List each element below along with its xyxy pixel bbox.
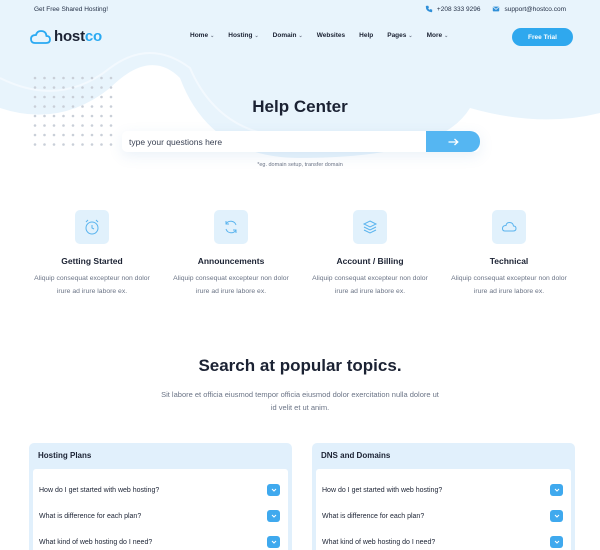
- chevron-down-icon: [271, 540, 276, 544]
- phone-contact[interactable]: +208 333 9296: [425, 5, 481, 13]
- category-icon-box: [214, 210, 248, 244]
- search-hint: *eg. domain setup, transfer domain: [257, 162, 343, 168]
- brand-name-part2: co: [84, 28, 102, 45]
- category-title: Technical: [489, 256, 529, 266]
- main-nav: hostco Home ⌄ Hosting ⌄ Domain ⌄ Websites H…: [0, 18, 600, 56]
- category-description: Aliquip consequat excepteur non dolor ir…: [34, 275, 150, 295]
- phone-number: +208 333 9296: [436, 5, 481, 13]
- faq-question: What is difference for each plan?: [322, 512, 425, 520]
- popular-topics-title: Search at popular topics.: [198, 356, 402, 375]
- faq-item[interactable]: What is difference for each plan?: [322, 506, 563, 526]
- category-announcements[interactable]: Announcements Aliquip consequat excepteu…: [161, 210, 301, 298]
- nav-label: Hosting: [228, 32, 253, 39]
- page-title: Help Center: [252, 97, 348, 116]
- alarm-clock-icon: [85, 219, 99, 235]
- expand-button[interactable]: [267, 510, 280, 522]
- chevron-down-icon: ⌄: [210, 32, 215, 39]
- faq-question: What kind of web hosting do I need?: [39, 538, 153, 546]
- expand-button[interactable]: [267, 484, 280, 496]
- faq-question: What is difference for each plan?: [39, 512, 142, 520]
- expand-button[interactable]: [550, 510, 563, 522]
- faq-item[interactable]: What is difference for each plan?: [39, 506, 280, 526]
- panel-question-list: How do I get started with web hosting? W…: [33, 469, 288, 550]
- nav-label: Home: [190, 32, 209, 39]
- hero-section: hostco Home ⌄ Hosting ⌄ Domain ⌄ Websites H…: [0, 18, 600, 200]
- chevron-down-icon: [271, 514, 276, 518]
- nav-item-websites[interactable]: Websites: [317, 32, 345, 39]
- nav-item-more[interactable]: More ⌄: [427, 32, 449, 39]
- category-description: Aliquip consequat excepteur non dolor ir…: [312, 275, 428, 295]
- promo-text: Get Free Shared Hosting!: [34, 5, 109, 13]
- nav-item-pages[interactable]: Pages ⌄: [387, 32, 412, 39]
- chevron-down-icon: [554, 514, 559, 518]
- faq-item[interactable]: How do I get started with web hosting?: [322, 480, 563, 500]
- category-icon-box: [353, 210, 387, 244]
- nav-label: Websites: [316, 32, 346, 39]
- email-contact[interactable]: support@hostco.com: [492, 5, 566, 13]
- panel-title: DNS and Domains: [321, 451, 391, 460]
- brand-name-part1: host: [54, 28, 85, 45]
- cloud-icon: [501, 221, 517, 232]
- faq-question: How do I get started with web hosting?: [39, 486, 160, 494]
- topic-panel-dns-domains: DNS and Domains How do I get started wit…: [312, 443, 575, 550]
- category-title: Getting Started: [61, 256, 123, 266]
- chevron-down-icon: [554, 488, 559, 492]
- expand-button[interactable]: [267, 536, 280, 548]
- nav-label: More: [426, 32, 443, 39]
- panel-question-list: How do I get started with web hosting? W…: [316, 469, 571, 550]
- faq-item[interactable]: What kind of web hosting do I need?: [39, 532, 280, 550]
- top-bar: Get Free Shared Hosting! +208 333 9296 s…: [0, 0, 600, 18]
- category-title: Announcements: [197, 256, 265, 266]
- nav-item-help[interactable]: Help: [359, 32, 373, 39]
- faq-item[interactable]: What kind of web hosting do I need?: [322, 532, 563, 550]
- help-search-bar: [122, 131, 480, 152]
- nav-menu: Home ⌄ Hosting ⌄ Domain ⌄ Websites Help Pag…: [190, 32, 448, 39]
- phone-icon: [425, 5, 433, 13]
- mail-icon: [493, 6, 500, 12]
- chevron-down-icon: ⌄: [444, 32, 449, 39]
- nav-label: Help: [359, 32, 374, 39]
- chevron-down-icon: ⌄: [408, 32, 413, 39]
- cloud-logo-icon: [30, 29, 51, 44]
- nav-label: Domain: [272, 32, 297, 39]
- arrow-right-icon: [448, 138, 459, 145]
- category-account-billing[interactable]: Account / Billing Aliquip consequat exce…: [300, 210, 440, 298]
- faq-question: How do I get started with web hosting?: [322, 486, 443, 494]
- chevron-down-icon: ⌄: [254, 32, 259, 39]
- expand-button[interactable]: [550, 484, 563, 496]
- category-description: Aliquip consequat excepteur non dolor ir…: [173, 275, 289, 295]
- layers-icon: [362, 220, 378, 234]
- faq-question: What kind of web hosting do I need?: [322, 538, 436, 546]
- nav-item-domain[interactable]: Domain ⌄: [273, 32, 303, 39]
- panel-title: Hosting Plans: [38, 451, 92, 460]
- popular-topics-description: Sit labore et officia eiusmod tempor off…: [161, 390, 439, 412]
- category-icon-box: [492, 210, 526, 244]
- nav-item-home[interactable]: Home ⌄: [190, 32, 214, 39]
- nav-item-hosting[interactable]: Hosting ⌄: [228, 32, 258, 39]
- email-address: support@hostco.com: [504, 5, 566, 13]
- search-submit-button[interactable]: [426, 131, 480, 152]
- nav-label: Pages: [387, 32, 407, 39]
- category-getting-started[interactable]: Getting Started Aliquip consequat except…: [22, 210, 162, 298]
- topic-panel-hosting-plans: Hosting Plans How do I get started with …: [29, 443, 292, 550]
- refresh-icon: [225, 220, 237, 234]
- free-trial-button[interactable]: Free Trial: [512, 28, 573, 46]
- chevron-down-icon: ⌄: [298, 32, 303, 39]
- category-icon-box: [75, 210, 109, 244]
- expand-button[interactable]: [550, 536, 563, 548]
- chevron-down-icon: [554, 540, 559, 544]
- brand-logo[interactable]: hostco: [29, 28, 102, 45]
- faq-item[interactable]: How do I get started with web hosting?: [39, 480, 280, 500]
- chevron-down-icon: [271, 488, 276, 492]
- category-title: Account / Billing: [336, 256, 404, 266]
- category-description: Aliquip consequat excepteur non dolor ir…: [451, 275, 567, 295]
- category-technical[interactable]: Technical Aliquip consequat excepteur no…: [439, 210, 579, 298]
- search-input[interactable]: [122, 131, 426, 152]
